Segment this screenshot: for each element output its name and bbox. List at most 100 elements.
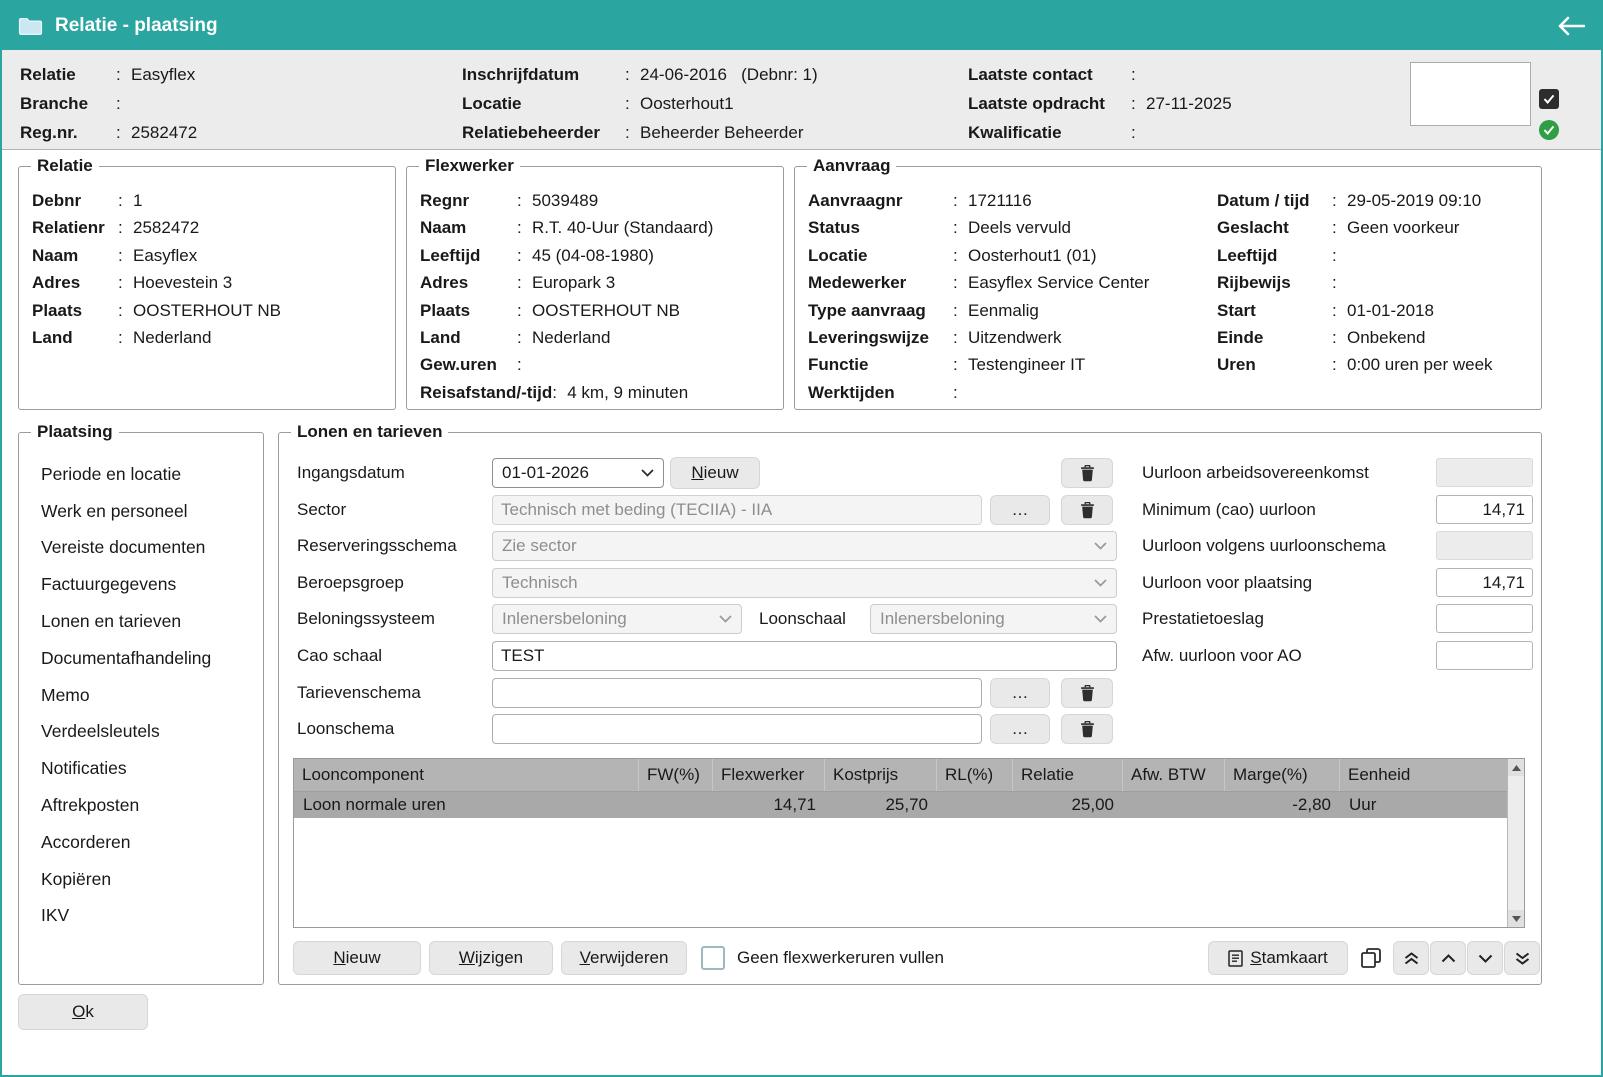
header-group-contact: Laatste contact Laatste opdracht27-11-20…: [968, 60, 1232, 147]
cell-fw-pct: [639, 792, 713, 818]
ingangsdatum-delete-button[interactable]: [1061, 458, 1113, 488]
geen-flexwerkeruren-checkbox[interactable]: [701, 946, 725, 970]
field-value: 2582472: [131, 123, 197, 143]
looncomponenten-table: Looncomponent FW(%) Flexwerker Kostprijs…: [293, 758, 1525, 928]
plaatsing-groupbox: Plaatsing Periode en locatie Werk en per…: [18, 432, 264, 985]
cao-schaal-input[interactable]: [492, 641, 1117, 671]
table-row-selected[interactable]: Loon normale uren 14,71 25,70 25,00 -2,8…: [294, 792, 1507, 818]
colon: [1332, 187, 1347, 214]
table-scrollbar[interactable]: [1507, 759, 1524, 927]
move-first-button[interactable]: [1393, 941, 1429, 975]
table-header-cell: Afw. BTW: [1123, 759, 1225, 791]
field-label: Relatie: [20, 65, 116, 85]
colon: [552, 379, 567, 406]
plaatsing-item-werk-en-personeel[interactable]: Werk en personeel: [27, 493, 257, 530]
ellipsis-icon: …: [1012, 719, 1029, 739]
plaatsing-item-factuurgegevens[interactable]: Factuurgegevens: [27, 566, 257, 603]
field-label: Status: [808, 214, 953, 241]
checkbox-label: Geen flexwerkeruren vullen: [737, 941, 944, 975]
plaatsing-item-lonen-en-tarieven[interactable]: Lonen en tarieven: [27, 603, 257, 640]
field-value: Uitzendwerk: [968, 324, 1062, 351]
field-value: 24-06-2016 (Debnr: 1): [640, 65, 818, 85]
rate-label: Minimum (cao) uurloon: [1142, 495, 1316, 525]
plaatsing-item-aftrekposten[interactable]: Aftrekposten: [27, 787, 257, 824]
cell-marge-pct: -2,80: [1225, 792, 1340, 818]
table-header-cell: Eenheid: [1340, 759, 1507, 791]
field-value: 45 (04-08-1980): [532, 242, 654, 269]
uurloon-plaatsing-input[interactable]: [1436, 568, 1533, 597]
colon: [116, 65, 131, 85]
loonschema-delete-button[interactable]: [1061, 714, 1113, 744]
sector-browse-button[interactable]: …: [990, 495, 1050, 525]
prestatietoeslag-input[interactable]: [1436, 604, 1533, 633]
plaatsing-item-accorderen[interactable]: Accorderen: [27, 824, 257, 861]
plaatsing-item-ikv[interactable]: IKV: [27, 898, 257, 935]
ok-button[interactable]: Ok: [18, 994, 148, 1030]
field-value: Easyflex: [133, 242, 197, 269]
colon: [1332, 214, 1347, 241]
tarievenschema-delete-button[interactable]: [1061, 678, 1113, 708]
colon: [1131, 94, 1146, 114]
groupbox-legend: Relatie: [31, 156, 99, 176]
tarievenschema-input[interactable]: [492, 678, 982, 708]
header-group-inschrijving: Inschrijfdatum24-06-2016 (Debnr: 1) Loca…: [462, 60, 818, 147]
move-up-button[interactable]: [1430, 941, 1466, 975]
loonschaal-label: Loonschaal: [759, 604, 846, 634]
groupbox-legend: Lonen en tarieven: [291, 422, 448, 442]
plaatsing-item-vereiste-documenten[interactable]: Vereiste documenten: [27, 530, 257, 567]
colon: [1332, 269, 1347, 296]
plaatsing-item-notificaties[interactable]: Notificaties: [27, 750, 257, 787]
colon: [1332, 324, 1347, 351]
status-ok-icon: [1539, 120, 1559, 140]
minimum-cao-uurloon-input[interactable]: [1436, 495, 1533, 524]
chevron-down-icon: [719, 615, 732, 623]
plaatsing-item-memo[interactable]: Memo: [27, 677, 257, 714]
table-header-cell: Relatie: [1013, 759, 1123, 791]
colon: [953, 269, 968, 296]
move-down-button[interactable]: [1467, 941, 1503, 975]
plaatsing-item-kopieren[interactable]: Kopiëren: [27, 861, 257, 898]
plaatsing-item-verdeelsleutels[interactable]: Verdeelsleutels: [27, 714, 257, 751]
colon: [517, 187, 532, 214]
afw-uurloon-ao-input[interactable]: [1436, 641, 1533, 670]
colon: [953, 242, 968, 269]
wijzigen-button[interactable]: Wijzigen: [429, 941, 553, 975]
scrollbar-track[interactable]: [1508, 776, 1524, 910]
field-value: Europark 3: [532, 269, 615, 296]
check-icon: [1543, 94, 1555, 104]
sector-delete-button[interactable]: [1061, 495, 1113, 525]
table-header-cell: FW(%): [639, 759, 713, 791]
move-last-button[interactable]: [1504, 941, 1540, 975]
cell-relatie: 25,00: [1013, 792, 1123, 818]
field-label: Relatienr: [32, 214, 118, 241]
field-value: Nederland: [133, 324, 211, 351]
table-header-row: Looncomponent FW(%) Flexwerker Kostprijs…: [294, 759, 1507, 792]
tarievenschema-browse-button[interactable]: …: [990, 678, 1050, 708]
scroll-down-button[interactable]: [1508, 910, 1524, 927]
nieuw-button[interactable]: Nieuw: [293, 941, 421, 975]
header-checkbox[interactable]: [1539, 89, 1559, 109]
copy-icon[interactable]: [1360, 947, 1382, 969]
select-value: Inlenersbeloning: [502, 609, 627, 629]
loonschema-browse-button[interactable]: …: [990, 714, 1050, 744]
plaatsing-item-documentafhandeling[interactable]: Documentafhandeling: [27, 640, 257, 677]
table-body: Looncomponent FW(%) Flexwerker Kostprijs…: [294, 759, 1507, 927]
stamkaart-button[interactable]: Stamkaart: [1208, 941, 1348, 975]
colon: [517, 297, 532, 324]
ellipsis-icon: …: [1012, 500, 1029, 520]
window-title: Relatie - plaatsing: [55, 15, 218, 37]
field-value: Oosterhout1: [640, 94, 734, 114]
colon: [116, 123, 131, 143]
field-value: 29-05-2019 09:10: [1347, 187, 1481, 214]
cell-looncomponent: Loon normale uren: [294, 792, 639, 818]
colon: [118, 242, 133, 269]
groupbox-legend: Plaatsing: [31, 422, 119, 442]
verwijderen-button[interactable]: Verwijderen: [561, 941, 687, 975]
colon: [1332, 351, 1347, 378]
scroll-up-button[interactable]: [1508, 759, 1524, 776]
back-arrow-icon[interactable]: [1558, 16, 1585, 36]
ingangsdatum-select[interactable]: 01-01-2026: [492, 458, 664, 488]
loonschema-input[interactable]: [492, 714, 982, 744]
ingangsdatum-nieuw-button[interactable]: Nieuw: [670, 457, 760, 489]
plaatsing-item-periode-en-locatie[interactable]: Periode en locatie: [27, 456, 257, 493]
